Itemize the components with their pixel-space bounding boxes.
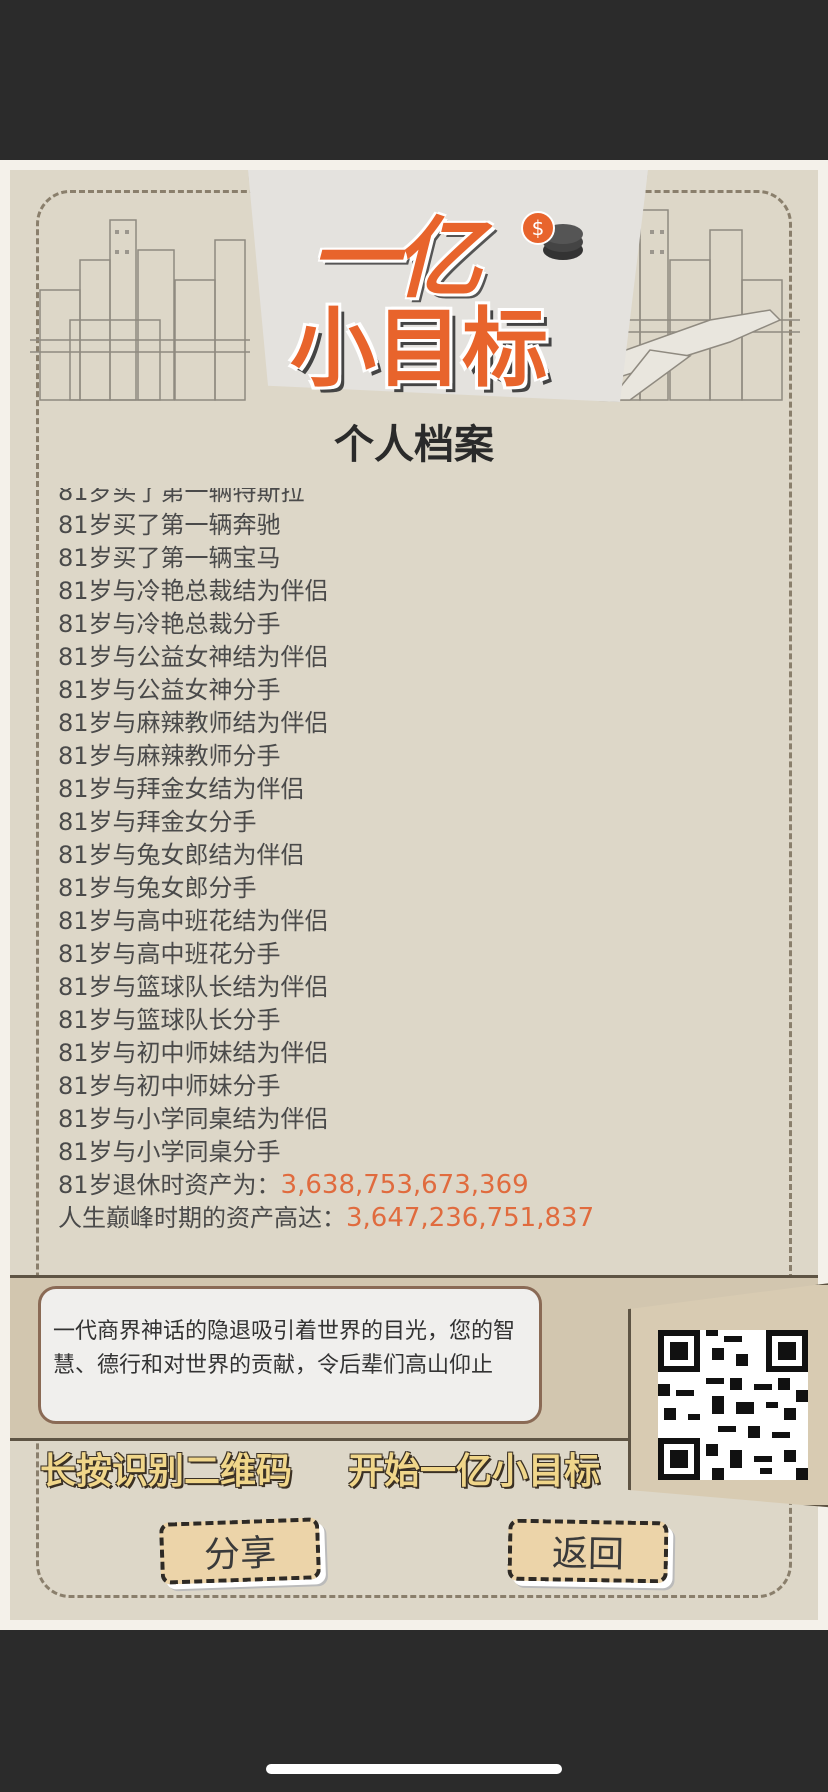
life-log-entry: 81岁与冷艳总裁分手 — [58, 610, 281, 638]
caption-scan-qr: 长按识别二维码 — [40, 1451, 293, 1492]
life-log-entry: 81岁与公益女神分手 — [58, 676, 281, 704]
peak-assets-value: 3,647,236,751,837 — [346, 1203, 595, 1233]
life-log-entry: 81岁与小学同桌结为伴侣 — [58, 1105, 329, 1133]
life-log-entry: 81岁与公益女神结为伴侣 — [58, 643, 329, 671]
back-button[interactable]: 返回 — [507, 1518, 669, 1584]
life-log-entry: 81岁与初中师妹分手 — [58, 1072, 281, 1100]
life-log-entry: 81岁与拜金女结为伴侣 — [58, 775, 305, 803]
life-log-entry: 81岁与冷艳总裁结为伴侣 — [58, 577, 329, 605]
life-log-entry: 81岁与麻辣教师结为伴侣 — [58, 709, 329, 737]
life-log-entry: 81岁与篮球队长分手 — [58, 1006, 281, 1034]
life-log-entry: 81岁与高中班花分手 — [58, 940, 281, 968]
summary-message-line2: 慧、德行和对世界的贡献，令后辈们高山仰止 — [53, 1353, 494, 1378]
life-log-entry: 81岁与拜金女分手 — [58, 808, 257, 836]
qr-code-icon[interactable] — [658, 1330, 808, 1480]
summary-message-line1: 一代商界神话的隐退吸引着世界的目光，您的智 — [53, 1319, 516, 1344]
home-indicator[interactable] — [266, 1764, 562, 1774]
peak-assets-label: 人生巅峰时期的资产高达： — [58, 1204, 346, 1232]
life-log-entry: 81岁与兔女郎结为伴侣 — [58, 841, 305, 869]
share-button[interactable]: 分享 — [158, 1517, 322, 1585]
peak-assets: 人生巅峰时期的资产高达：3,647,236,751,837 — [58, 1202, 594, 1235]
coins-icon: $ — [521, 211, 583, 260]
life-log[interactable]: 81岁买了第一辆特斯拉 81岁买了第一辆奔驰 81岁买了第一辆宝马 81岁与冷艳总裁结… — [58, 488, 798, 1260]
life-log-list: 81岁买了第一辆特斯拉 81岁买了第一辆奔驰 81岁买了第一辆宝马 81岁与冷艳总裁结… — [58, 488, 594, 1235]
page-title: 个人档案 — [334, 422, 494, 468]
retire-assets-label: 81岁退休时资产为： — [58, 1171, 281, 1199]
caption-start-game: 开始一亿小目标 — [348, 1451, 601, 1492]
summary-message: 一代商界神话的隐退吸引着世界的目光，您的智 慧、德行和对世界的贡献，令后辈们高山… — [38, 1286, 542, 1424]
life-log-entry: 81岁与篮球队长结为伴侣 — [58, 973, 329, 1001]
life-log-entry: 81岁买了第一辆奔驰 — [58, 511, 281, 539]
life-log-entry: 81岁买了第一辆特斯拉 — [58, 488, 305, 506]
life-log-entry: 81岁与初中师妹结为伴侣 — [58, 1039, 329, 1067]
life-log-entry: 81岁买了第一辆宝马 — [58, 544, 281, 572]
poster-inner: 一亿 $ 小目标 个人档案 81岁买了第一辆特斯拉 81岁买了第一辆奔驰 81岁买了… — [10, 170, 828, 1620]
life-log-entry: 81岁与麻辣教师分手 — [58, 742, 281, 770]
life-log-entry: 81岁与兔女郎分手 — [58, 874, 257, 902]
life-log-entry: 81岁与高中班花结为伴侣 — [58, 907, 329, 935]
retire-assets-value: 3,638,753,673,369 — [280, 1170, 529, 1200]
retire-assets: 81岁退休时资产为：3,638,753,673,369 — [58, 1169, 594, 1202]
logo-title-line2: 小目标 — [290, 299, 548, 399]
life-log-entry: 81岁与小学同桌分手 — [58, 1138, 281, 1166]
poster-card: 一亿 $ 小目标 个人档案 81岁买了第一辆特斯拉 81岁买了第一辆奔驰 81岁买了… — [0, 160, 828, 1630]
svg-text:$: $ — [532, 216, 545, 240]
